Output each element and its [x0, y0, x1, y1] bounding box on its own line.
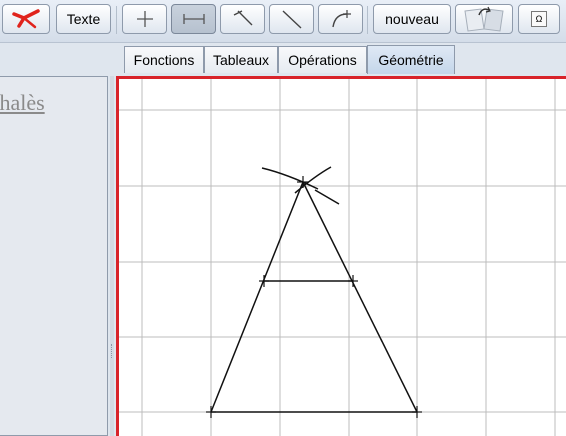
grid [119, 79, 566, 436]
plus-icon [136, 11, 153, 27]
document-panel[interactable]: Thalès [0, 76, 108, 436]
book-button[interactable] [455, 4, 513, 34]
arc-tool-button[interactable] [318, 4, 363, 34]
document-title: Thalès [0, 90, 45, 115]
omega-icon: Ω [531, 11, 547, 27]
toolbar-separator [367, 6, 368, 34]
point-tool-button[interactable] [122, 4, 167, 34]
tab-tableaux[interactable]: Tableaux [204, 46, 278, 73]
new-button[interactable]: nouveau [373, 4, 451, 34]
arc-icon [331, 10, 351, 28]
triangle-side-right [302, 181, 418, 413]
text-button[interactable]: Texte [56, 4, 111, 34]
segment-tool-button[interactable] [171, 4, 216, 34]
special-characters-button[interactable]: Ω [518, 4, 560, 34]
logo-button[interactable] [2, 4, 50, 34]
toolbar-separator [116, 6, 117, 34]
splitter-grip-icon [111, 344, 114, 358]
geometry-drawing[interactable] [119, 79, 566, 436]
pen-logo-icon [12, 9, 40, 29]
tab-geometrie[interactable]: Géométrie [367, 45, 455, 74]
triangle-construction [206, 166, 422, 418]
point-marks [206, 176, 422, 418]
half-line-icon [233, 10, 252, 26]
tab-fonctions[interactable]: Fonctions [124, 46, 204, 73]
toolbar: Texte nouveau Ω [0, 0, 566, 43]
segment-icon [182, 14, 205, 24]
line-tool-button[interactable] [269, 4, 314, 34]
panel-splitter[interactable] [110, 76, 114, 436]
tab-operations[interactable]: Opérations [278, 46, 367, 73]
geometry-canvas[interactable] [116, 76, 566, 436]
book-icon [464, 6, 504, 32]
half-line-tool-button[interactable] [220, 4, 265, 34]
triangle-side-left [210, 181, 304, 413]
line-icon [282, 10, 301, 29]
